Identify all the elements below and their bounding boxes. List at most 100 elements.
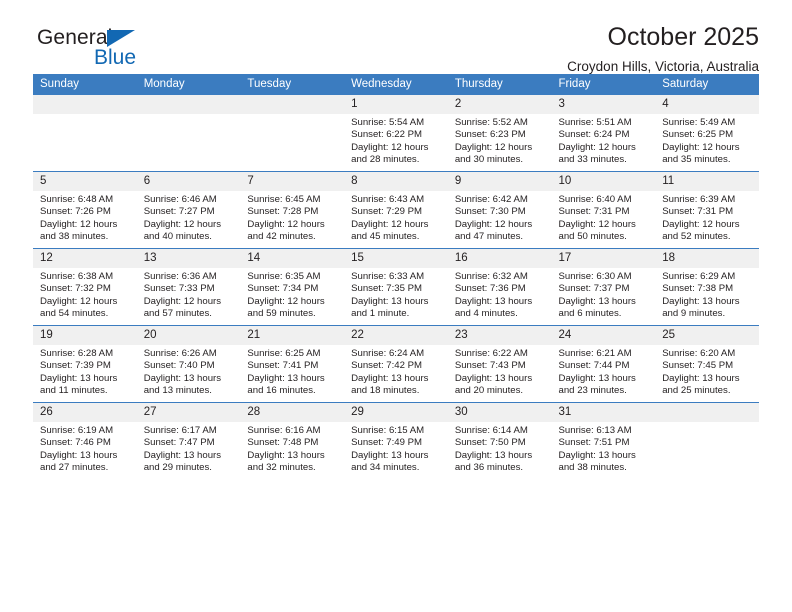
day-detail-line: Sunrise: 6:46 AM [143, 194, 217, 205]
calendar-day-cell[interactable]: 16 Sunrise: 6:32 AM Sunset: 7:36 PM Dayligh… [447, 248, 552, 326]
logo-text-blue: Blue [94, 46, 137, 69]
day-detail-line: and 27 minutes. [40, 461, 109, 473]
calendar-day-cell[interactable]: 1 Sunrise: 5:54 AM Sunset: 6:22 PM Daylight… [344, 95, 448, 172]
calendar-day-cell[interactable]: 25 Sunrise: 6:20 AM Sunset: 7:45 PM Dayligh… [655, 325, 759, 403]
day-detail-line: and 4 minutes. [454, 307, 518, 319]
calendar-day-cell[interactable]: 7 Sunrise: 6:45 AM Sunset: 7:28 PM Daylight… [240, 171, 345, 249]
day-detail-line: Daylight: 13 hours [143, 449, 222, 461]
calendar-day-cell[interactable]: 21 Sunrise: 6:25 AM Sunset: 7:41 PM Dayligh… [240, 325, 345, 403]
calendar-day-cell[interactable]: 29 Sunrise: 6:15 AM Sunset: 7:49 PM Dayligh… [344, 402, 448, 479]
day-detail-line: Daylight: 13 hours [558, 449, 636, 461]
day-detail-text: Sunrise: 6:38 AM Sunset: 7:32 PM Daylight:… [33, 268, 137, 320]
calendar-day-cell[interactable]: 20 Sunrise: 6:26 AM Sunset: 7:40 PM Dayligh… [136, 325, 241, 403]
day-detail-text: Sunrise: 5:52 AM Sunset: 6:23 PM Daylight:… [448, 114, 552, 166]
calendar-day-cell[interactable]: 15 Sunrise: 6:33 AM Sunset: 7:35 PM Dayligh… [344, 248, 448, 326]
general-blue-logo[interactable]: General Blue [37, 26, 237, 74]
day-detail-line: Sunrise: 6:26 AM [143, 348, 217, 359]
day-detail-line: Sunset: 6:24 PM [558, 129, 630, 141]
day-number: 23 [447, 326, 552, 345]
day-detail-line: Daylight: 13 hours [40, 449, 118, 461]
day-detail-line: Daylight: 12 hours [40, 295, 118, 307]
day-detail-line: and 40 minutes. [143, 230, 212, 242]
day-detail-line: Sunrise: 6:32 AM [454, 271, 528, 282]
calendar-day-cell[interactable]: 18 Sunrise: 6:29 AM Sunset: 7:38 PM Dayligh… [655, 248, 759, 326]
day-detail-text [240, 114, 344, 117]
calendar-day-cell[interactable]: 4 Sunrise: 5:49 AM Sunset: 6:25 PM Daylight… [655, 95, 759, 172]
day-number: 8 [344, 172, 448, 191]
day-detail-text: Sunrise: 6:33 AM Sunset: 7:35 PM Daylight:… [344, 268, 448, 320]
day-number: 4 [655, 95, 759, 114]
calendar-day-cell[interactable]: 19 Sunrise: 6:28 AM Sunset: 7:39 PM Dayligh… [33, 325, 137, 403]
day-detail-line: Sunrise: 6:13 AM [558, 425, 632, 436]
calendar-empty-cell [655, 402, 759, 479]
day-detail-line: Sunrise: 6:22 AM [454, 348, 528, 359]
weekday-header-thursday: Thursday [447, 74, 552, 95]
day-detail-line: and 1 minute. [351, 307, 410, 319]
day-number: 3 [551, 95, 656, 114]
day-detail-line: Sunset: 6:25 PM [662, 129, 734, 141]
calendar-day-cell[interactable]: 23 Sunrise: 6:22 AM Sunset: 7:43 PM Dayligh… [447, 325, 552, 403]
day-detail-line: Daylight: 12 hours [143, 295, 222, 307]
calendar-day-cell[interactable]: 31 Sunrise: 6:13 AM Sunset: 7:51 PM Dayligh… [551, 402, 656, 479]
day-detail-line: Daylight: 12 hours [454, 141, 533, 153]
day-detail-line: Sunset: 7:29 PM [351, 206, 423, 218]
day-number [655, 403, 759, 422]
day-detail-line: Daylight: 12 hours [454, 218, 533, 230]
calendar-day-cell[interactable]: 27 Sunrise: 6:17 AM Sunset: 7:47 PM Dayligh… [136, 402, 241, 479]
day-detail-line: Daylight: 12 hours [558, 141, 636, 153]
calendar-day-cell[interactable]: 6 Sunrise: 6:46 AM Sunset: 7:27 PM Daylight… [136, 171, 241, 249]
day-number: 31 [551, 403, 656, 422]
day-detail-text: Sunrise: 6:39 AM Sunset: 7:31 PM Daylight:… [655, 191, 759, 243]
day-detail-text: Sunrise: 6:43 AM Sunset: 7:29 PM Daylight:… [344, 191, 448, 243]
calendar-day-cell[interactable]: 24 Sunrise: 6:21 AM Sunset: 7:44 PM Dayligh… [551, 325, 656, 403]
day-detail-line: and 25 minutes. [662, 384, 731, 396]
day-number: 29 [344, 403, 448, 422]
day-detail-text: Sunrise: 6:26 AM Sunset: 7:40 PM Daylight:… [137, 345, 241, 397]
day-detail-line: Sunset: 7:33 PM [143, 283, 215, 295]
day-detail-line: Daylight: 12 hours [662, 218, 740, 230]
day-detail-line: Daylight: 13 hours [351, 372, 429, 384]
day-detail-text: Sunrise: 6:46 AM Sunset: 7:27 PM Daylight:… [137, 191, 241, 243]
day-detail-line: and 35 minutes. [662, 153, 731, 165]
day-detail-line: Sunrise: 6:48 AM [40, 194, 114, 205]
day-detail-line: Sunset: 7:47 PM [143, 437, 215, 449]
calendar-day-cell[interactable]: 30 Sunrise: 6:14 AM Sunset: 7:50 PM Dayligh… [447, 402, 552, 479]
day-detail-text: Sunrise: 6:32 AM Sunset: 7:36 PM Daylight:… [448, 268, 552, 320]
day-detail-line: and 16 minutes. [247, 384, 316, 396]
day-detail-line: and 34 minutes. [351, 461, 420, 473]
day-detail-line: Daylight: 13 hours [351, 449, 429, 461]
weekday-header-row: Sunday Monday Tuesday Wednesday Thursday… [33, 74, 759, 95]
calendar-day-cell[interactable]: 13 Sunrise: 6:36 AM Sunset: 7:33 PM Dayligh… [136, 248, 241, 326]
calendar-day-cell[interactable]: 14 Sunrise: 6:35 AM Sunset: 7:34 PM Dayligh… [240, 248, 345, 326]
calendar-day-cell[interactable]: 11 Sunrise: 6:39 AM Sunset: 7:31 PM Dayligh… [655, 171, 759, 249]
calendar-day-cell[interactable]: 9 Sunrise: 6:42 AM Sunset: 7:30 PM Daylight… [447, 171, 552, 249]
day-number [33, 95, 137, 114]
calendar-day-cell[interactable]: 17 Sunrise: 6:30 AM Sunset: 7:37 PM Dayligh… [551, 248, 656, 326]
calendar-day-cell[interactable]: 8 Sunrise: 6:43 AM Sunset: 7:29 PM Daylight… [344, 171, 448, 249]
calendar-day-cell[interactable]: 5 Sunrise: 6:48 AM Sunset: 7:26 PM Daylight… [33, 171, 137, 249]
calendar-day-cell[interactable]: 12 Sunrise: 6:38 AM Sunset: 7:32 PM Dayligh… [33, 248, 137, 326]
calendar-day-cell[interactable]: 2 Sunrise: 5:52 AM Sunset: 6:23 PM Daylight… [447, 95, 552, 172]
day-number: 25 [655, 326, 759, 345]
calendar-empty-cell [33, 95, 137, 172]
day-detail-line: and 50 minutes. [558, 230, 627, 242]
calendar-day-cell[interactable]: 22 Sunrise: 6:24 AM Sunset: 7:42 PM Dayligh… [344, 325, 448, 403]
day-detail-line: Daylight: 12 hours [247, 218, 325, 230]
calendar-day-cell[interactable]: 3 Sunrise: 5:51 AM Sunset: 6:24 PM Daylight… [551, 95, 656, 172]
calendar-week-row: 12 Sunrise: 6:38 AM Sunset: 7:32 PM Dayligh… [33, 248, 759, 326]
calendar-day-cell[interactable]: 26 Sunrise: 6:19 AM Sunset: 7:46 PM Dayligh… [33, 402, 137, 479]
day-detail-text: Sunrise: 6:30 AM Sunset: 7:37 PM Daylight:… [552, 268, 656, 320]
day-detail-line: Sunrise: 6:43 AM [351, 194, 425, 205]
day-detail-text: Sunrise: 6:15 AM Sunset: 7:49 PM Daylight:… [344, 422, 448, 474]
title-block: October 2025 Croydon Hills, Victoria, Au… [567, 22, 759, 75]
day-detail-line: Daylight: 12 hours [558, 218, 636, 230]
day-detail-line: Sunrise: 6:28 AM [40, 348, 114, 359]
day-detail-line: Sunset: 6:23 PM [454, 129, 526, 141]
day-detail-line: Sunset: 6:22 PM [351, 129, 423, 141]
day-detail-line: and 11 minutes. [40, 384, 108, 396]
calendar-day-cell[interactable]: 28 Sunrise: 6:16 AM Sunset: 7:48 PM Dayligh… [240, 402, 345, 479]
calendar-day-cell[interactable]: 10 Sunrise: 6:40 AM Sunset: 7:31 PM Dayligh… [551, 171, 656, 249]
day-detail-line: Sunrise: 6:40 AM [558, 194, 632, 205]
day-detail-line: Sunset: 7:51 PM [558, 437, 630, 449]
day-detail-line: Sunset: 7:34 PM [247, 283, 319, 295]
